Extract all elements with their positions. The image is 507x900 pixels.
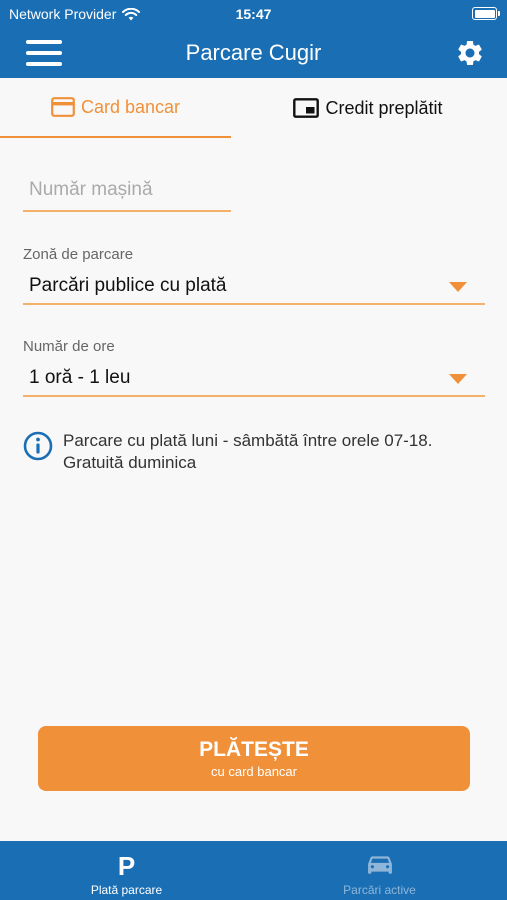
car-icon: [367, 856, 392, 874]
battery-icon: [472, 7, 500, 20]
parking-zone-value: Parcări publice cu plată: [29, 275, 227, 296]
tab-credit-preplatit[interactable]: Credit preplătit: [263, 78, 473, 138]
parking-zone-select: Zonă de parcare Parcări publice cu plată: [23, 246, 485, 305]
tab-card-bancar[interactable]: Card bancar: [0, 78, 231, 138]
bottom-tab-label: Parcări active: [343, 883, 416, 897]
info-line-sunday: Gratuită duminica: [63, 453, 197, 472]
pay-button[interactable]: PLĂTEȘTE cu card bancar: [38, 726, 470, 791]
tab-label: Credit preplătit: [325, 97, 443, 118]
info-note: Parcare cu plată luni - sâmbătă între or…: [23, 430, 485, 474]
hours-select: Număr de ore 1 oră - 1 leu: [23, 338, 485, 397]
payment-method-tabs: Card bancar Credit preplătit: [0, 78, 507, 138]
credit-card-icon: [51, 97, 75, 117]
bottom-tab-bar: P Plată parcare Parcări active: [0, 841, 507, 900]
bottom-tab-label: Plată parcare: [90, 883, 163, 897]
status-bar: Network Provider 15:47: [0, 0, 507, 28]
parking-p-icon: P: [117, 851, 136, 881]
info-icon: [23, 431, 53, 461]
hours-label: Număr de ore: [23, 338, 115, 355]
parking-zone-label: Zonă de parcare: [23, 246, 134, 263]
navigation-bar: Parcare Cugir: [0, 28, 507, 78]
parking-zone-dropdown[interactable]: Parcări publice cu plată: [23, 267, 485, 305]
bottom-tab-plata-parcare[interactable]: P Plată parcare: [0, 841, 253, 900]
dropdown-arrow-icon: [449, 282, 467, 292]
dropdown-arrow-icon: [449, 374, 467, 384]
prepaid-credit-icon: [293, 98, 320, 118]
clock: 15:47: [235, 6, 272, 22]
gear-icon[interactable]: [455, 38, 485, 68]
plate-number-field: [23, 170, 231, 212]
info-line-schedule: Parcare cu plată luni - sâmbătă între or…: [63, 431, 433, 450]
page-title: Parcare Cugir: [185, 40, 322, 65]
plate-number-input[interactable]: [23, 170, 231, 210]
bottom-tab-parcari-active[interactable]: Parcări active: [253, 841, 506, 900]
hours-dropdown[interactable]: 1 oră - 1 leu: [23, 359, 485, 397]
info-text: Parcare cu plată luni - sâmbătă între or…: [63, 430, 432, 474]
pay-button-label: PLĂTEȘTE: [199, 738, 309, 761]
pay-button-sublabel: cu card bancar: [211, 764, 297, 779]
hours-value: 1 oră - 1 leu: [29, 367, 131, 388]
tab-label: Card bancar: [80, 96, 181, 117]
